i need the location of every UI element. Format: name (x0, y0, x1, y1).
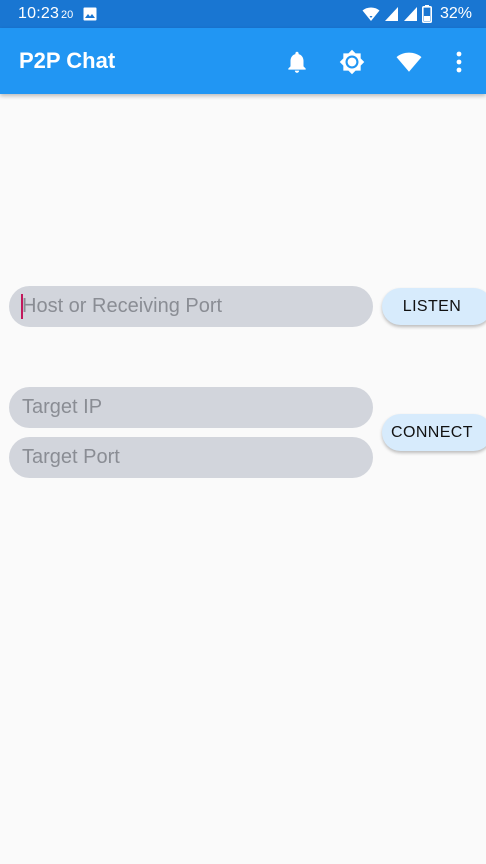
text-cursor (21, 294, 23, 319)
wifi-signal-icon (362, 7, 380, 21)
app-bar: P2P Chat (0, 28, 486, 94)
status-seconds: 20 (61, 9, 74, 21)
cell-signal-icon (384, 7, 398, 21)
app-title: P2P Chat (19, 48, 116, 73)
status-time: 10:23 (18, 5, 60, 22)
brightness-icon[interactable] (339, 49, 365, 75)
image-icon (83, 7, 97, 21)
status-bar: 10:23 20 32% (0, 0, 486, 28)
status-icons: 32% (362, 4, 472, 24)
receiving-port-field[interactable] (9, 286, 373, 327)
more-vert-icon[interactable] (451, 49, 467, 75)
target-ip-field[interactable] (9, 387, 373, 428)
connect-button[interactable]: CONNECT (382, 414, 486, 451)
target-port-input[interactable] (22, 446, 352, 469)
target-ip-input[interactable] (22, 396, 352, 419)
battery-percent: 32% (439, 5, 472, 22)
receiving-port-input[interactable] (22, 295, 352, 318)
target-port-field[interactable] (9, 437, 373, 478)
cell-signal-icon (403, 7, 417, 21)
wifi-icon[interactable] (396, 49, 422, 75)
battery-icon (421, 5, 432, 23)
bell-icon[interactable] (284, 49, 310, 75)
listen-button[interactable]: LISTEN (382, 288, 486, 325)
